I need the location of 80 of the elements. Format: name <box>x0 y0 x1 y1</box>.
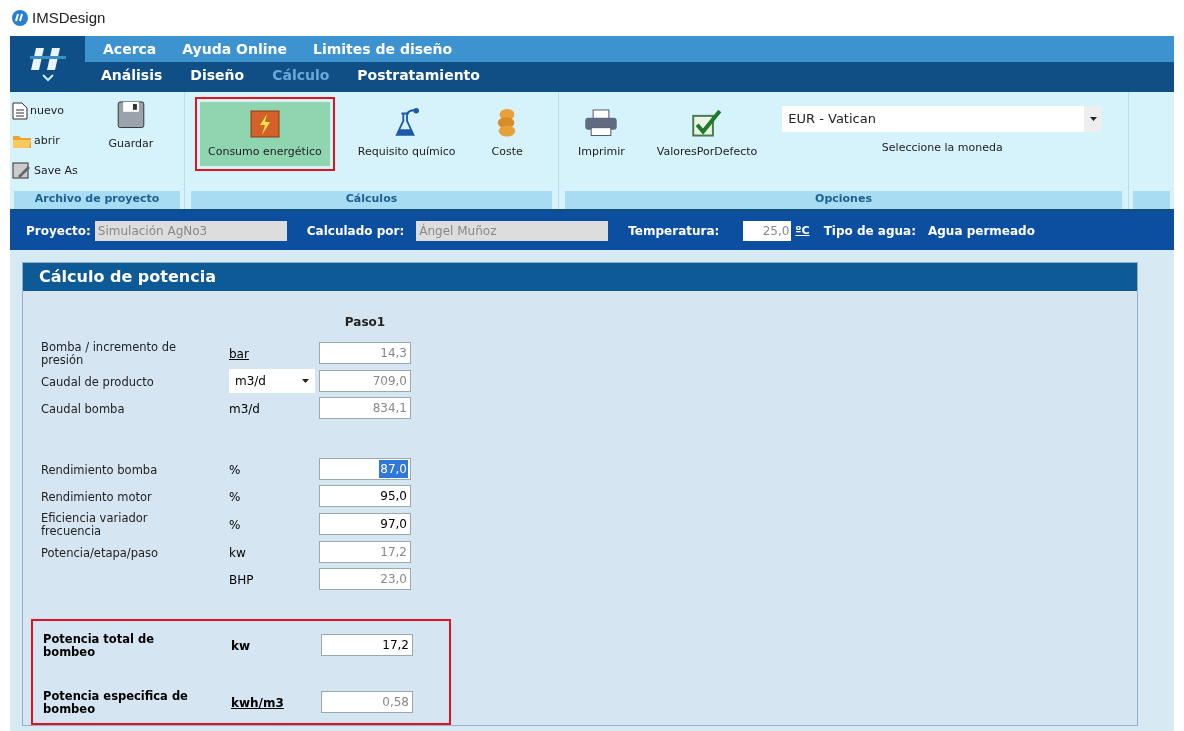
ribbon-button[interactable]: Imprimir <box>570 102 633 166</box>
value-field[interactable]: 87,0 <box>319 458 411 480</box>
small-ribbon-button[interactable]: abrir <box>12 128 78 154</box>
calculated-by-label: Calculado por: <box>306 223 405 240</box>
column-header: Paso1 <box>343 314 387 331</box>
checkbox-icon <box>691 108 724 138</box>
currency-label: Seleccione la moneda <box>881 140 1003 156</box>
caret-icon <box>1089 117 1097 121</box>
row-label: Rendimiento motor <box>41 489 152 504</box>
document-icon <box>12 102 28 120</box>
unit-label: m3/d <box>229 402 260 416</box>
small-ribbon-button[interactable]: Save As <box>12 158 78 184</box>
unit-link[interactable]: kwh/m3 <box>231 696 284 710</box>
field-value: 23,0 <box>379 571 408 588</box>
unit-label: kw <box>229 546 246 560</box>
water-type-value: Agua permeado <box>927 223 1035 240</box>
window-title: IMSDesign <box>32 7 106 28</box>
field-value: 0,58 <box>381 694 410 711</box>
app-menu-button[interactable] <box>10 36 85 92</box>
row-label: Potencia total de bombeo <box>43 632 154 659</box>
ribbon-button[interactable]: Consumo energético <box>200 102 330 166</box>
temperature-field[interactable]: 25,0 <box>743 221 792 241</box>
chevron-down-icon <box>41 74 54 82</box>
field-value: 97,0 <box>379 516 408 533</box>
field-value: 17,2 <box>381 637 410 654</box>
row-label: Potencia especifica de bombeo <box>43 689 188 716</box>
group-header-bar <box>1133 191 1170 209</box>
ribbon-button[interactable]: Coste <box>483 102 531 166</box>
field-value: 14,3 <box>379 345 408 362</box>
unit-dropdown[interactable]: m3/d <box>229 369 315 393</box>
value-field[interactable]: 97,0 <box>319 513 411 535</box>
value-field[interactable]: 709,0 <box>319 370 411 392</box>
floppy-icon <box>115 100 146 130</box>
unit-label: BHP <box>229 573 254 587</box>
ribbon-button[interactable]: ValoresPorDefecto <box>648 102 766 166</box>
row-label: Caudal bomba <box>41 401 125 416</box>
field-value: 95,0 <box>379 488 408 505</box>
value-field[interactable]: 0,58 <box>321 691 413 713</box>
panel-title: Cálculo de potencia <box>23 263 1137 291</box>
field-value: 87,0 <box>379 460 408 478</box>
unit-link[interactable]: bar <box>229 347 249 361</box>
small-ribbon-button[interactable]: nuevo <box>12 98 78 124</box>
field-value: 17,2 <box>379 544 408 561</box>
field-value: 834,1 <box>371 400 408 417</box>
value-field[interactable]: 17,2 <box>321 634 413 656</box>
temperature-label: Temperatura: <box>628 223 720 240</box>
lightning-icon <box>249 109 280 138</box>
value-field[interactable]: 14,3 <box>319 342 411 364</box>
save-as-icon <box>12 162 32 180</box>
ribbon-button[interactable]: Guardar <box>100 94 162 158</box>
temperature-unit-link[interactable]: ºC <box>795 222 810 240</box>
unit-label: kw <box>231 639 251 653</box>
row-label: Potencia/etapa/paso <box>41 545 159 560</box>
caret-icon <box>302 379 309 383</box>
ribbon-button[interactable]: Requisito químico <box>349 102 464 166</box>
group-label: Cálculos <box>191 191 552 209</box>
unit-label: % <box>229 463 241 477</box>
row-label: Caudal de producto <box>41 374 154 389</box>
row-label: Eficiencia variador frecuencia <box>41 511 148 538</box>
nav-tab[interactable]: Análisis <box>101 64 163 86</box>
unit-label: % <box>229 490 241 504</box>
currency-dropdown[interactable]: EUR - Vatican <box>782 106 1103 132</box>
nav-tab[interactable]: Postratamiento <box>357 64 480 86</box>
group-label: Archivo de proyecto <box>14 191 180 209</box>
nav-tab[interactable]: Diseño <box>190 64 245 86</box>
printer-icon <box>583 108 620 138</box>
value-field[interactable]: 23,0 <box>319 568 411 590</box>
value-field[interactable]: 95,0 <box>319 485 411 507</box>
field-value: 709,0 <box>371 373 408 390</box>
row-label: Bomba / incremento de presión <box>41 340 177 367</box>
row-label: Rendimiento bomba <box>41 462 158 477</box>
project-label: Proyecto: <box>26 223 91 240</box>
app-logo-icon <box>29 46 66 72</box>
app-logo-icon <box>12 10 28 26</box>
unit-label: % <box>229 518 241 532</box>
value-field[interactable]: 17,2 <box>319 541 411 563</box>
folder-icon <box>12 133 32 149</box>
value-field[interactable]: 834,1 <box>319 397 411 419</box>
group-label: Opciones <box>565 191 1122 209</box>
water-type-label: Tipo de agua: <box>823 223 916 240</box>
